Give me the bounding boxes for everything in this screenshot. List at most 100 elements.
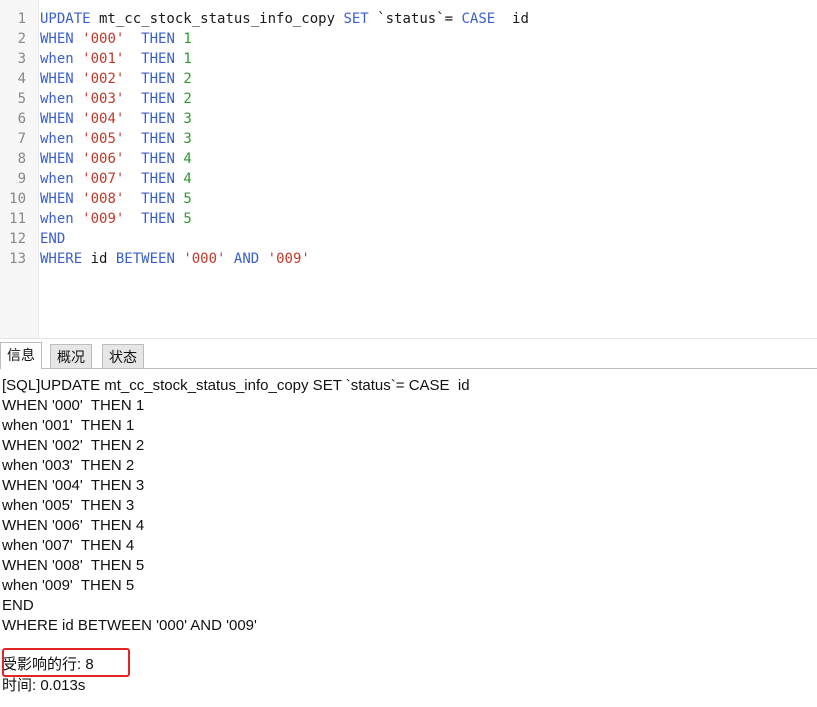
line-number-gutter: 1 2 3 4 5 6 7 8 9 10 11 12 13: [0, 0, 39, 338]
code-line[interactable]: when '009' THEN 5: [40, 209, 192, 229]
sql-number: 2: [183, 91, 192, 107]
sql-number: 4: [183, 171, 192, 187]
sql-string: '005': [82, 131, 125, 147]
sql-editor[interactable]: 1 2 3 4 5 6 7 8 9 10 11 12 13 UPDATE mt_cc_stock_sta…: [0, 0, 817, 339]
sql-string: '009': [267, 251, 310, 267]
sql-string: '003': [82, 91, 125, 107]
message-sql-line: WHEN '002' THEN 2: [2, 437, 145, 454]
sql-keyword: UPDATE: [40, 11, 91, 27]
code-line[interactable]: WHEN '008' THEN 5: [40, 189, 192, 209]
sql-keyword: WHEN: [40, 71, 74, 87]
line-number: 12: [9, 231, 26, 247]
message-sql-line: when '005' THEN 3: [2, 497, 135, 514]
code-line[interactable]: WHEN '006' THEN 4: [40, 149, 192, 169]
sql-number: 3: [183, 111, 192, 127]
line-number: 5: [17, 91, 26, 107]
message-sql-line: [SQL]UPDATE mt_cc_stock_status_info_copy…: [2, 377, 470, 394]
code-line[interactable]: when '003' THEN 2: [40, 89, 192, 109]
line-number: 2: [17, 31, 26, 47]
sql-keyword: BETWEEN: [115, 251, 175, 267]
sql-keyword: THEN: [141, 191, 175, 207]
code-line[interactable]: WHEN '000' THEN 1: [40, 29, 192, 49]
code-line[interactable]: when '005' THEN 3: [40, 129, 192, 149]
tab-info[interactable]: 信息: [0, 342, 42, 369]
tab-status[interactable]: 状态: [102, 344, 144, 368]
sql-keyword: THEN: [141, 31, 175, 47]
tab-overview[interactable]: 概况: [50, 344, 92, 368]
code-line[interactable]: WHEN '004' THEN 3: [40, 109, 192, 129]
sql-keyword: THEN: [141, 151, 175, 167]
sql-keyword: when: [40, 91, 74, 107]
sql-string: '006': [82, 151, 125, 167]
affected-rows-highlight-box: [2, 648, 130, 677]
sql-string: '000': [183, 251, 226, 267]
line-number: 3: [17, 51, 26, 67]
code-line[interactable]: when '001' THEN 1: [40, 49, 192, 69]
code-line[interactable]: END: [40, 229, 65, 249]
sql-number: 4: [183, 151, 192, 167]
sql-number: 5: [183, 211, 192, 227]
message-sql-line: WHEN '006' THEN 4: [2, 517, 145, 534]
code-line[interactable]: UPDATE mt_cc_stock_status_info_copy SET …: [40, 9, 529, 29]
sql-keyword: WHERE: [40, 251, 83, 267]
sql-text: id: [495, 11, 529, 27]
message-sql-line: when '003' THEN 2: [2, 457, 135, 474]
sql-keyword: WHEN: [40, 111, 74, 127]
line-number: 8: [17, 151, 26, 167]
sql-keyword: END: [40, 231, 66, 247]
sql-keyword: THEN: [141, 131, 175, 147]
sql-number: 3: [183, 131, 192, 147]
sql-keyword: THEN: [141, 111, 175, 127]
sql-keyword: THEN: [141, 211, 175, 227]
sql-keyword: WHEN: [40, 151, 74, 167]
message-sql-line: END: [2, 597, 34, 614]
message-sql-line: when '001' THEN 1: [2, 417, 135, 434]
line-number: 6: [17, 111, 26, 127]
line-number: 4: [17, 71, 26, 87]
sql-string: '002': [82, 71, 125, 87]
sql-keyword: when: [40, 211, 74, 227]
sql-keyword: WHEN: [40, 31, 74, 47]
message-sql-line: WHERE id BETWEEN '000' AND '009': [2, 617, 257, 634]
sql-string: '001': [82, 51, 125, 67]
sql-number: 2: [183, 71, 192, 87]
message-sql-line: when '007' THEN 4: [2, 537, 135, 554]
message-sql-line: WHEN '008' THEN 5: [2, 557, 145, 574]
line-number: 1: [17, 11, 26, 27]
sql-string: '000': [82, 31, 125, 47]
result-tabs: 信息 概况 状态: [0, 340, 817, 369]
sql-keyword: THEN: [141, 91, 175, 107]
message-sql-line: when '009' THEN 5: [2, 577, 135, 594]
code-line[interactable]: WHERE id BETWEEN '000' AND '009': [40, 249, 310, 269]
sql-string: '008': [82, 191, 125, 207]
message-sql-line: WHEN '000' THEN 1: [2, 397, 145, 414]
sql-string: '004': [82, 111, 125, 127]
sql-string: '009': [82, 211, 125, 227]
execution-time-text: 时间: 0.013s: [2, 677, 86, 694]
code-line[interactable]: when '007' THEN 4: [40, 169, 192, 189]
line-number: 10: [9, 191, 26, 207]
sql-number: 5: [183, 191, 192, 207]
sql-keyword: WHEN: [40, 191, 74, 207]
code-line[interactable]: WHEN '002' THEN 2: [40, 69, 192, 89]
sql-keyword: SET: [343, 11, 369, 27]
sql-text: id: [82, 251, 116, 267]
sql-keyword: when: [40, 51, 74, 67]
line-number: 11: [9, 211, 26, 227]
sql-keyword: AND: [233, 251, 260, 267]
line-number: 13: [9, 251, 26, 267]
sql-keyword: THEN: [141, 51, 175, 67]
